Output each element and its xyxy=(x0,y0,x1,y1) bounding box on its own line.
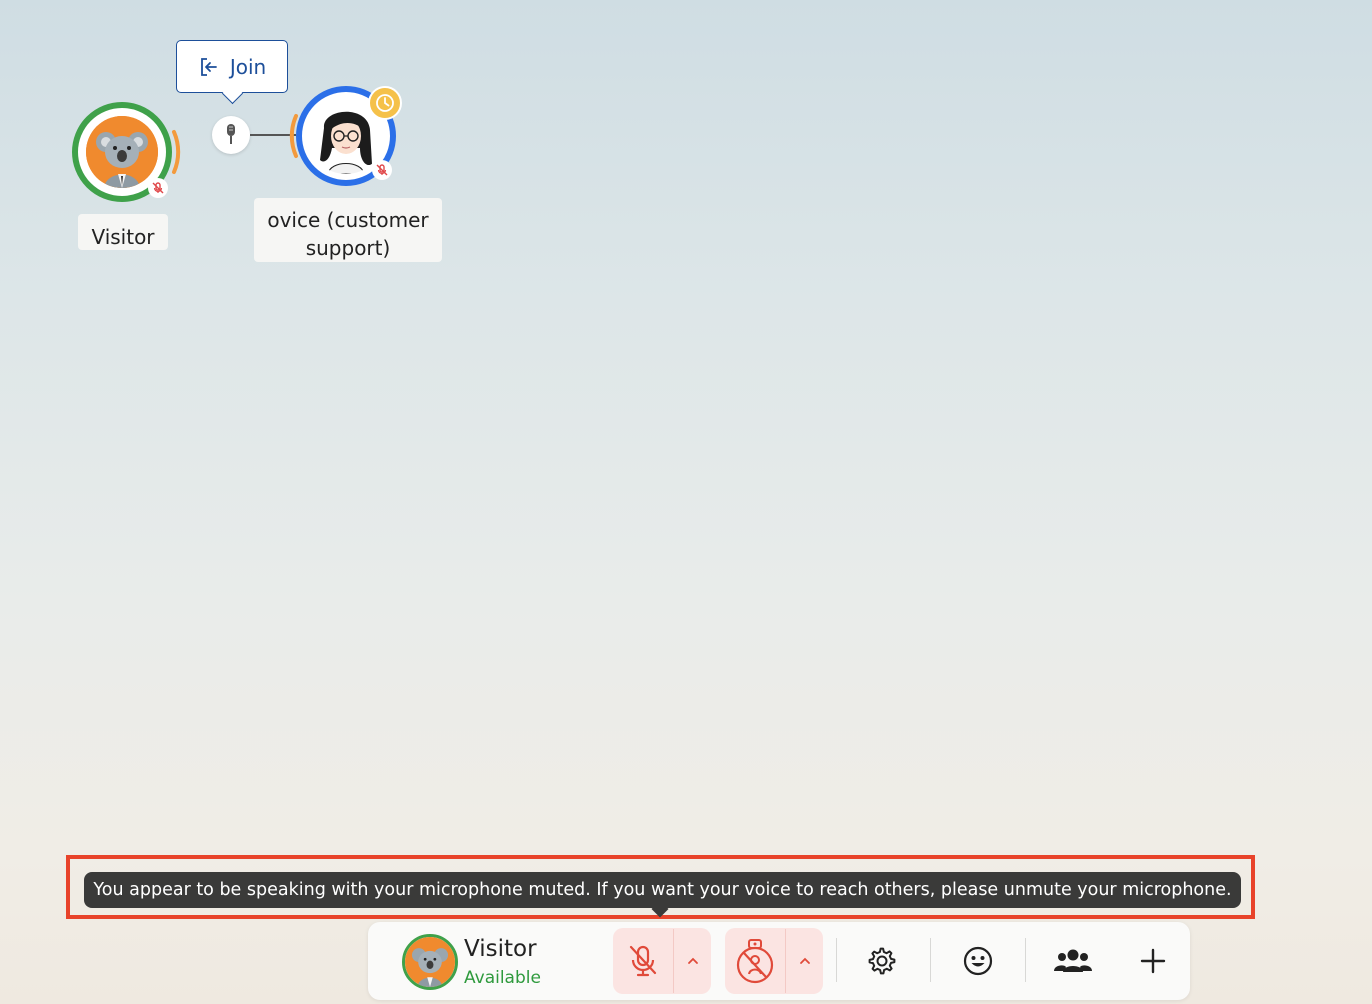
smiley-icon xyxy=(963,946,993,976)
control-bar: Visitor Available xyxy=(368,922,1190,1000)
members-button[interactable] xyxy=(1048,936,1098,986)
join-button[interactable]: Join xyxy=(176,40,288,93)
emoji-button[interactable] xyxy=(953,936,1003,986)
warning-message: You appear to be speaking with your micr… xyxy=(93,880,1232,900)
bar-divider xyxy=(930,938,931,982)
users-icon xyxy=(1054,949,1092,972)
gear-icon xyxy=(868,947,896,975)
self-name: Visitor xyxy=(464,936,537,962)
koala-avatar-icon xyxy=(86,116,158,188)
support-mute-badge xyxy=(372,160,392,180)
plus-icon xyxy=(1140,948,1166,974)
koala-avatar-icon xyxy=(405,937,455,987)
self-status[interactable]: Available xyxy=(464,968,541,988)
mic-control xyxy=(613,928,711,994)
bar-divider xyxy=(1025,938,1026,982)
support-name-label: ovice (customer support) xyxy=(254,198,442,262)
camera-off-icon xyxy=(736,939,774,984)
chevron-up-icon xyxy=(687,957,698,964)
microphone-muted-icon xyxy=(629,945,657,977)
clock-icon xyxy=(368,86,402,120)
bar-divider xyxy=(836,938,837,982)
visitor-avatar[interactable] xyxy=(70,100,186,204)
add-button[interactable] xyxy=(1128,936,1178,986)
microphone-node[interactable] xyxy=(212,116,250,154)
mic-toggle-button[interactable] xyxy=(613,928,673,994)
self-avatar[interactable] xyxy=(402,934,458,990)
camera-control xyxy=(725,928,823,994)
visitor-mute-badge xyxy=(148,178,168,198)
microphone-icon xyxy=(227,124,235,144)
chevron-up-icon xyxy=(799,957,810,964)
microphone-muted-icon xyxy=(152,182,164,194)
join-label: Join xyxy=(229,54,267,79)
support-name-text: ovice (customer support) xyxy=(267,208,429,260)
camera-options-button[interactable] xyxy=(786,956,823,966)
support-avatar[interactable] xyxy=(286,82,410,188)
settings-button[interactable] xyxy=(857,936,907,986)
muted-speaking-warning: You appear to be speaking with your micr… xyxy=(84,872,1241,908)
microphone-muted-icon xyxy=(376,164,388,176)
camera-toggle-button[interactable] xyxy=(725,928,785,994)
mic-options-button[interactable] xyxy=(674,956,711,966)
visitor-name-label: Visitor xyxy=(78,214,168,250)
visitor-name-text: Visitor xyxy=(91,225,155,249)
sign-in-icon xyxy=(200,57,217,76)
